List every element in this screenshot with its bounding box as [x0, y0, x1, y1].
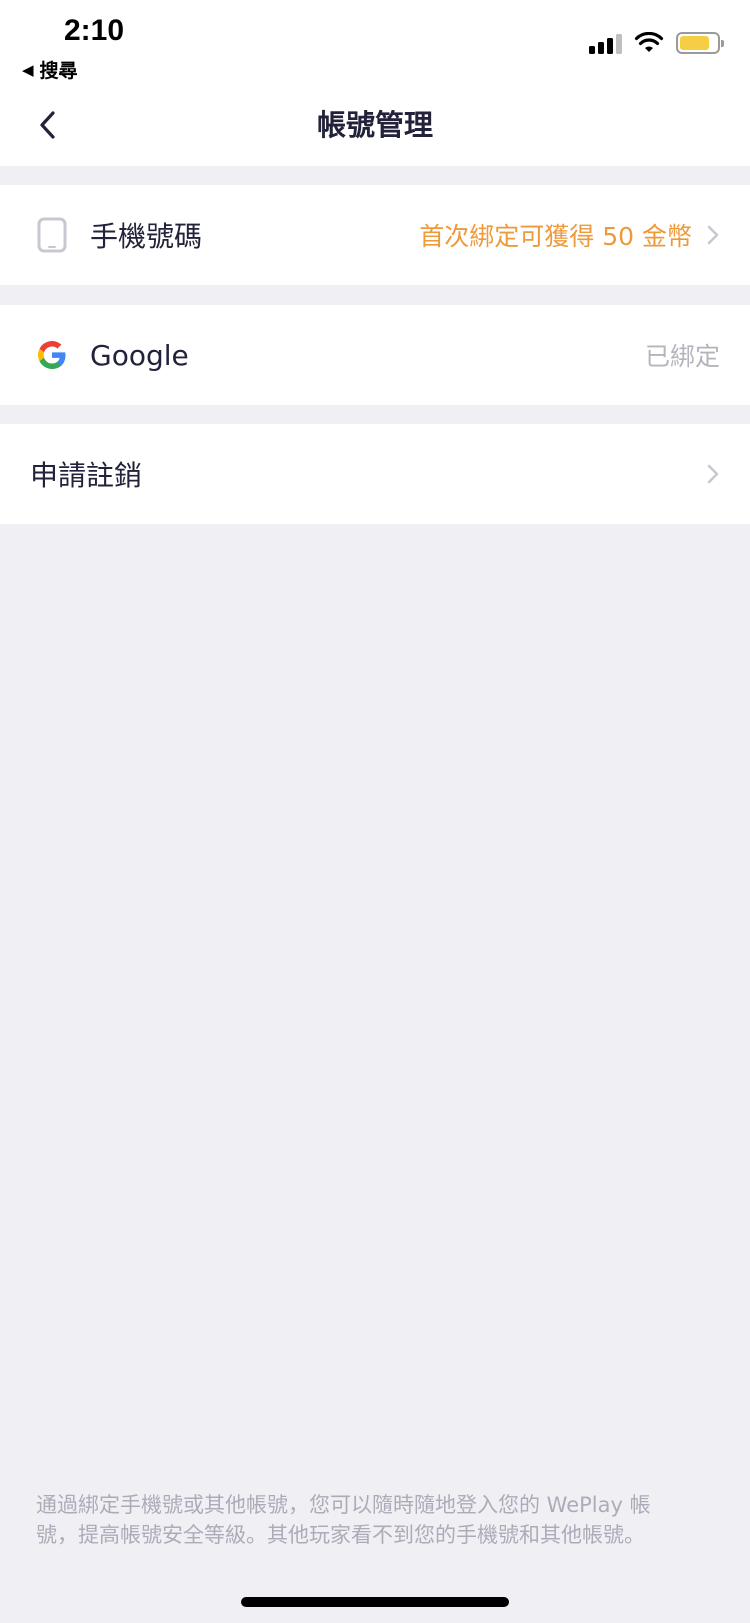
signal-icon [589, 32, 622, 54]
status-back-button[interactable]: ◀ 搜尋 [22, 56, 78, 83]
request-cancellation-label: 申請註銷 [30, 459, 143, 492]
phone-number-right: 首次綁定可獲得 50 金幣 [419, 217, 720, 253]
google-label: Google [90, 338, 189, 372]
google-row[interactable]: Google 已綁定 [0, 305, 750, 405]
battery-icon [676, 32, 724, 54]
status-indicators [589, 32, 724, 54]
top-area: 2:10 ◀ 搜尋 帳號管理 [0, 0, 750, 166]
bound-status-text: 已綁定 [644, 342, 720, 371]
chevron-right-icon [706, 224, 720, 246]
status-back-label: 搜尋 [39, 60, 78, 82]
phone-number-label: 手機號碼 [90, 220, 203, 253]
back-triangle-icon: ◀ [22, 60, 34, 79]
request-cancellation-row[interactable]: 申請註銷 [0, 424, 750, 524]
google-right: 已綁定 [645, 337, 720, 373]
phone-icon [36, 217, 68, 253]
battery-fill [680, 36, 709, 50]
chevron-right-icon [706, 463, 720, 485]
bind-reward-text: 首次綁定可獲得 50 金幣 [419, 222, 692, 251]
page-title: 帳號管理 [316, 108, 433, 142]
wifi-icon [634, 32, 664, 52]
request-cancellation-right [706, 463, 720, 485]
google-icon [36, 337, 68, 373]
phone-number-row[interactable]: 手機號碼 首次綁定可獲得 50 金幣 [0, 185, 750, 285]
footer-note: 通過綁定手機號或其他帳號，您可以隨時隨地登入您的 WePlay 帳號，提高帳號安… [36, 1493, 651, 1547]
status-time: 2:10 [64, 14, 125, 47]
home-indicator[interactable] [241, 1597, 509, 1607]
